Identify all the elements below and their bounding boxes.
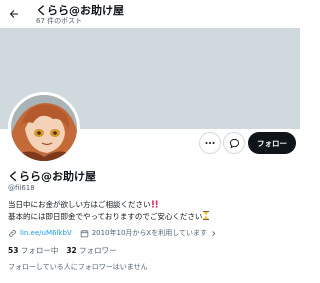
profile-link[interactable]: lin.ee/uM6lkbV <box>20 229 72 237</box>
double-exclamation-icon <box>151 200 159 211</box>
calendar-icon <box>80 229 89 238</box>
message-button[interactable] <box>223 132 245 154</box>
link-icon <box>8 229 17 238</box>
following-link[interactable]: 53 フォロー中 <box>8 246 58 255</box>
follow-button[interactable]: フォロー <box>248 132 296 154</box>
profile-header-bar: くらら@お助け屋 67 件のポスト <box>0 0 300 28</box>
profile-bio: 当日中にお金が欲しい方はご相談ください 基本的には即日即金でやっておりますのでご… <box>8 199 210 223</box>
user-handle: @fil618 <box>8 184 35 192</box>
joined-date: 2010年10月からXを利用しています <box>91 229 207 237</box>
followers-you-know[interactable]: フォローしている人にフォロワーはいません <box>8 262 148 272</box>
back-arrow-icon[interactable] <box>6 6 22 22</box>
followers-link[interactable]: 32 フォロワー <box>66 246 116 255</box>
avatar[interactable] <box>8 92 80 164</box>
bio-line-1: 当日中にお金が欲しい方はご相談ください <box>8 199 210 211</box>
post-count: 67 件のポスト <box>36 17 83 25</box>
more-button[interactable] <box>199 132 221 154</box>
chevron-right-icon[interactable] <box>210 230 217 237</box>
follow-counts: 53 フォロー中 32 フォロワー <box>8 245 117 256</box>
profile-meta: lin.ee/uM6lkbV 2010年10月からXを利用しています <box>8 227 217 239</box>
message-icon <box>229 138 239 149</box>
display-name: くらら@お助け屋 <box>8 170 96 183</box>
bio-line-2: 基本的には即日即金でやっておりますのでご安心ください <box>8 211 210 223</box>
more-dots-icon <box>205 142 215 144</box>
hourglass-icon <box>202 211 210 223</box>
